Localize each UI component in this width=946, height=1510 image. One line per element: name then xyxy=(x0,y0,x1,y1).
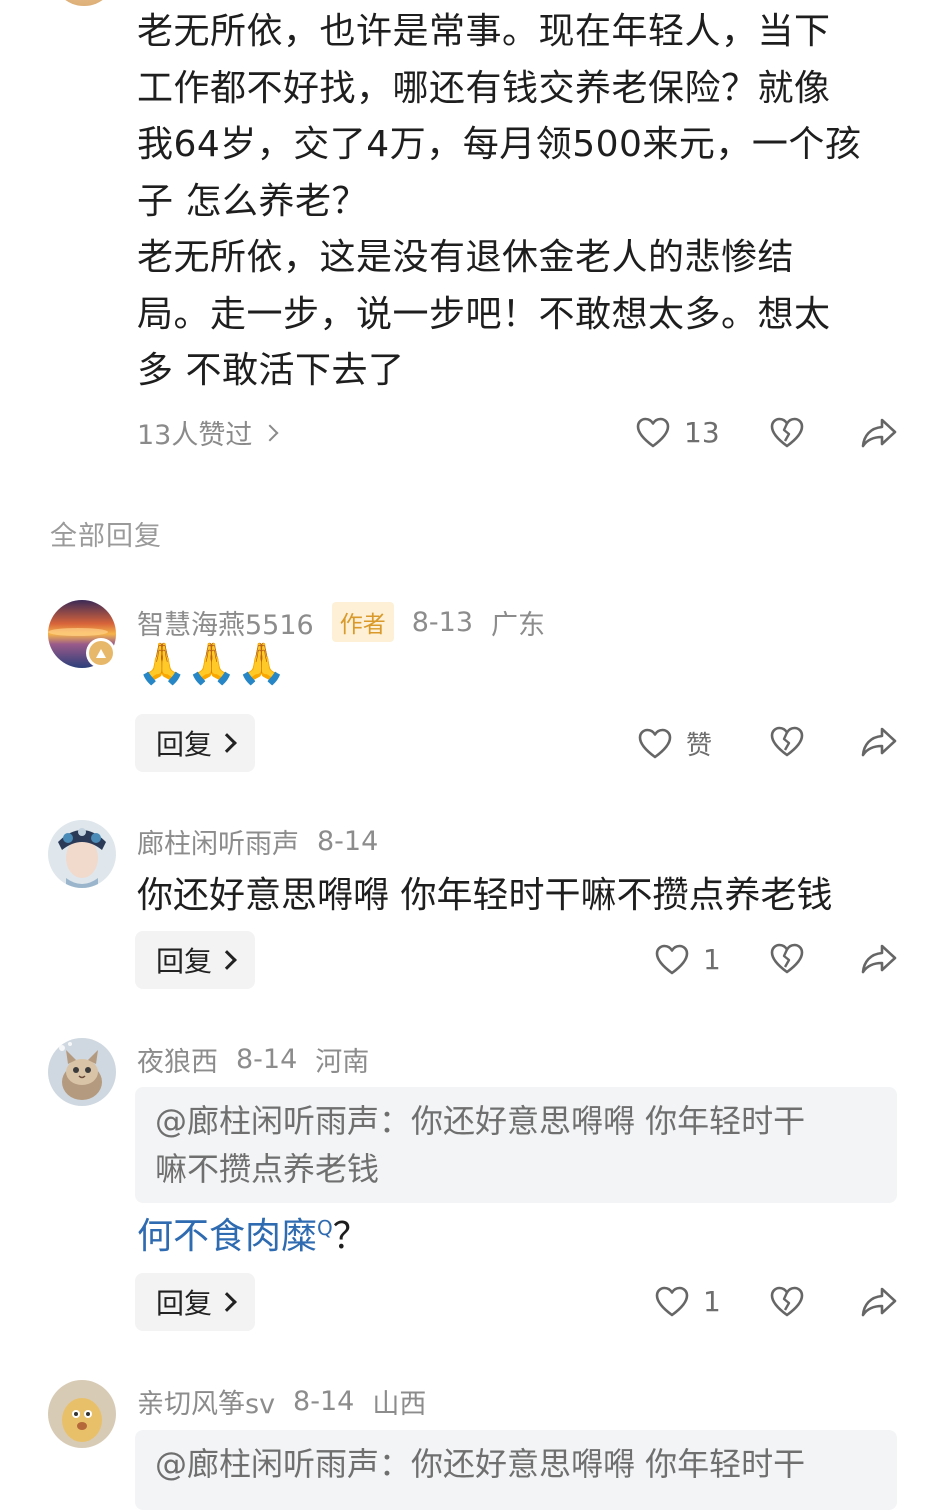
reply-button-label: 回复 xyxy=(155,728,212,761)
quote-line: 嘛不攒点养老钱 xyxy=(155,1150,380,1188)
share-icon[interactable] xyxy=(861,726,897,758)
date: 8-14 xyxy=(236,1044,298,1075)
avatar[interactable] xyxy=(48,820,116,888)
avatar-cat-image xyxy=(48,1038,116,1106)
chevron-right-icon xyxy=(217,1292,237,1312)
share-icon[interactable] xyxy=(861,943,897,975)
heart-icon xyxy=(636,417,670,447)
reply-text: 何不食肉糜Q？ xyxy=(137,1216,369,1257)
reply-button[interactable]: 回复 xyxy=(135,931,255,989)
chevron-right-icon xyxy=(261,424,279,441)
heart-icon xyxy=(655,1286,689,1316)
avatar[interactable] xyxy=(52,0,116,6)
dislike-heart-icon[interactable] xyxy=(770,1286,804,1318)
heart-icon xyxy=(655,944,689,974)
share-icon[interactable] xyxy=(861,1286,897,1318)
username[interactable]: 智慧海燕5516 xyxy=(137,603,314,642)
search-icon[interactable]: Q xyxy=(317,1216,333,1240)
reply-meta: 智慧海燕5516 作者 8-13 广东 xyxy=(137,602,545,642)
share-icon[interactable] xyxy=(861,417,897,449)
location: 山西 xyxy=(372,1389,427,1420)
like-count: 1 xyxy=(703,943,721,976)
verified-badge xyxy=(86,638,116,668)
reply-text: 🙏🙏🙏 xyxy=(137,641,287,687)
username[interactable]: 夜狼西 xyxy=(137,1040,218,1079)
quoted-comment[interactable]: @廊柱闲听雨声：你还好意思嘚嘚 你年轻时干 xyxy=(135,1430,897,1510)
chevron-right-icon xyxy=(217,950,237,970)
reply-button[interactable]: 回复 xyxy=(135,1273,255,1331)
like-button[interactable]: 1 xyxy=(655,1285,721,1318)
location: 河南 xyxy=(315,1047,370,1078)
avatar[interactable] xyxy=(48,1380,116,1448)
username[interactable]: 廊柱闲听雨声 xyxy=(137,822,299,861)
like-button[interactable]: 13 xyxy=(636,416,720,449)
search-link[interactable]: 何不食肉糜 xyxy=(137,1216,317,1257)
chevron-right-icon xyxy=(217,733,237,753)
like-button[interactable]: 赞 xyxy=(638,725,712,762)
avatar-opera-image xyxy=(48,820,116,888)
reply-button-label: 回复 xyxy=(155,945,212,978)
date: 8-14 xyxy=(317,826,379,857)
section-title: 全部回复 xyxy=(50,521,162,552)
location: 广东 xyxy=(491,609,545,641)
avatar[interactable] xyxy=(48,1038,116,1106)
quoted-comment[interactable]: @廊柱闲听雨声：你还好意思嘚嘚 你年轻时干 嘛不攒点养老钱 xyxy=(135,1087,897,1203)
reply-text: 你还好意思嘚嘚 你年轻时干嘛不攒点养老钱 xyxy=(137,875,833,916)
quote-line: @廊柱闲听雨声：你还好意思嘚嘚 你年轻时干 xyxy=(155,1102,806,1140)
like-count: 13 xyxy=(684,416,720,449)
reply-meta: 夜狼西 8-14 河南 xyxy=(137,1040,369,1079)
heart-icon xyxy=(638,728,672,758)
dislike-heart-icon[interactable] xyxy=(770,417,804,449)
like-button[interactable]: 1 xyxy=(655,943,721,976)
date: 8-13 xyxy=(411,606,473,638)
dislike-heart-icon[interactable] xyxy=(770,943,804,975)
quote-line: @廊柱闲听雨声：你还好意思嘚嘚 你年轻时干 xyxy=(155,1445,806,1483)
like-label: 赞 xyxy=(686,731,713,761)
like-count: 1 xyxy=(703,1285,721,1318)
username[interactable]: 亲切风筝sv xyxy=(137,1382,275,1421)
reply-button-label: 回复 xyxy=(155,1287,212,1320)
comment-text: 老无所依，也许是常事。现在年轻人，当下 工作都不好找，哪还有钱交养老保险？就像 我6… xyxy=(137,11,862,391)
author-tag: 作者 xyxy=(331,602,394,642)
likers-label: 13人赞过 xyxy=(137,420,253,451)
avatar-cartoon-image xyxy=(48,1380,116,1448)
date: 8-14 xyxy=(293,1386,355,1417)
reply-button[interactable]: 回复 xyxy=(135,714,255,772)
reply-meta: 廊柱闲听雨声 8-14 xyxy=(137,822,378,861)
dislike-heart-icon[interactable] xyxy=(770,726,804,758)
reply-meta: 亲切风筝sv 8-14 山西 xyxy=(137,1382,426,1421)
likers-link[interactable]: 13人赞过 xyxy=(137,413,279,452)
